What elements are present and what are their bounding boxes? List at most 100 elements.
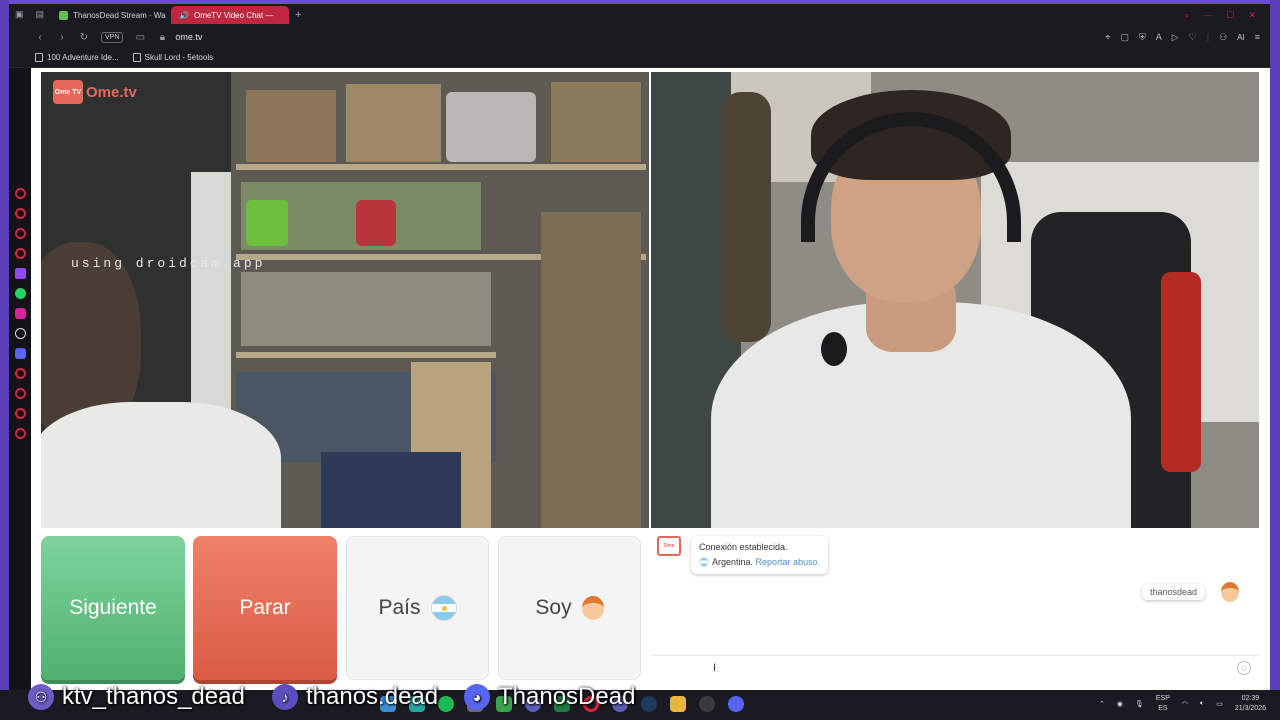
close-window-icon[interactable]: ✕ — [1248, 10, 1256, 21]
shield-icon[interactable]: ⛨ — [1139, 32, 1146, 43]
search-tabs-icon[interactable]: ⌕ — [1184, 10, 1189, 21]
settings-icon[interactable] — [14, 428, 26, 439]
next-button-label: Siguiente — [69, 596, 157, 619]
volume-icon[interactable]: 🔈︎ — [1200, 700, 1204, 708]
system-message: Conexión establecida. Argentina. Reporta… — [691, 536, 829, 574]
tray-app-icon[interactable]: ◉ — [1117, 700, 1123, 708]
workspaces-icon[interactable]: ▣ — [15, 9, 24, 20]
language-indicator[interactable]: ESP ES — [1156, 694, 1170, 714]
extensions-icon[interactable] — [14, 408, 26, 419]
ometv-logo[interactable]: Ome TV Ome.tv — [53, 80, 137, 104]
person-shirt — [41, 402, 281, 528]
camera-icon[interactable]: ▭ — [135, 32, 145, 43]
microphone-icon[interactable]: 🎙︎ — [1135, 700, 1144, 708]
sidebar-app-icon[interactable] — [14, 248, 26, 259]
back-icon[interactable]: ‹ — [35, 32, 45, 43]
cardboard-box — [346, 84, 441, 162]
country-button[interactable]: País — [346, 536, 489, 680]
speaker-icon[interactable]: 🔊 — [179, 11, 189, 20]
report-abuse-link[interactable]: Reportar abuso. — [756, 557, 821, 567]
connection-text: Conexión establecida. — [699, 542, 788, 552]
sidebar-app-icon[interactable] — [14, 208, 26, 219]
tiktok-icon[interactable] — [14, 328, 26, 339]
clock-date: 21/3/2026 — [1234, 705, 1266, 712]
clock[interactable]: 02:39 21/3/2026 — [1235, 694, 1266, 714]
steam-icon[interactable] — [641, 696, 657, 712]
chat-panel: Ome Conexión establecida. Argentina. Rep… — [651, 530, 1259, 680]
green-container — [246, 200, 288, 246]
twitch-icon[interactable] — [14, 268, 26, 279]
discord-icon[interactable] — [14, 348, 26, 359]
tab-strip-left-icons: ▣ ▤ — [15, 9, 44, 20]
language-bottom: ES — [1158, 705, 1168, 712]
whatsapp-icon[interactable] — [14, 288, 26, 299]
lock-icon[interactable]: 🔒︎ — [157, 32, 167, 43]
stop-button-label: Parar — [239, 596, 291, 619]
clock-time: 02:39 — [1241, 695, 1260, 702]
ometv-logo-text: Ome.tv — [86, 83, 137, 101]
emoji-icon[interactable]: ☺ — [1237, 661, 1251, 675]
history-icon[interactable] — [14, 388, 26, 399]
country-line: Argentina. Reportar abuso. — [699, 555, 820, 570]
menu-icon[interactable]: ≡ — [1255, 32, 1260, 42]
wifi-icon[interactable]: ◠ — [1182, 700, 1188, 708]
folder-icon[interactable] — [670, 696, 686, 712]
kick-username: ktv_thanos_dead — [62, 683, 245, 710]
bookmark-icon — [35, 53, 43, 62]
discord-icon[interactable] — [728, 696, 744, 712]
tab-label: OmeTV Video Chat — — [193, 10, 274, 20]
tab-list-icon[interactable]: ▤ — [36, 9, 45, 20]
spotify-icon[interactable] — [438, 696, 454, 712]
bookmark-label: 100 Adventure Ide... — [47, 53, 119, 62]
sidebar-app-icon[interactable] — [14, 228, 26, 239]
pin-icon[interactable]: ⌖ — [1105, 32, 1110, 43]
bookmark-skull-lord[interactable]: Skull Lord - 5etools — [132, 53, 214, 62]
stop-button[interactable]: Parar — [193, 536, 337, 680]
divider: | — [1206, 32, 1210, 42]
url-field[interactable]: ome.tv — [175, 32, 202, 42]
tab-thanosdead-stream[interactable]: ThanosDead Stream - Wa — [51, 6, 171, 24]
window-left-border — [0, 0, 9, 690]
obs-icon[interactable] — [699, 696, 715, 712]
argentina-flag-icon — [430, 595, 457, 621]
sidebar-app-icon[interactable] — [14, 188, 26, 199]
instagram-icon[interactable] — [14, 308, 26, 319]
vpn-badge[interactable]: VPN — [101, 31, 124, 43]
heart-icon[interactable]: ♡ — [1189, 32, 1197, 43]
kick-icon: ⚇ — [28, 684, 54, 710]
chair-red-trim — [1161, 272, 1201, 472]
country-button-label: País — [378, 596, 421, 619]
chat-input[interactable]: I ☺ — [651, 655, 1259, 679]
boy-face-icon — [581, 596, 604, 620]
gender-button[interactable]: Soy — [498, 536, 641, 680]
chevron-up-icon[interactable]: ⌃ — [1099, 700, 1105, 708]
maximize-icon[interactable]: ☐ — [1226, 10, 1234, 21]
cardboard-box — [551, 82, 641, 162]
account-icon[interactable]: ⚇ — [1219, 32, 1227, 43]
headset-mic — [821, 332, 847, 366]
snapshot-icon[interactable]: ▢ — [1120, 32, 1129, 43]
shelf-board — [236, 164, 646, 170]
stream-social-overlay: ⚇ ktv_thanos_dead — [28, 683, 245, 711]
reload-icon[interactable]: ↻ — [79, 32, 89, 43]
new-tab-icon[interactable]: + — [295, 9, 301, 21]
translate-icon[interactable]: A — [1156, 32, 1162, 42]
minimize-icon[interactable]: — — [1203, 10, 1212, 21]
battery-icon[interactable]: ▭ — [1216, 700, 1223, 708]
forward-icon[interactable]: › — [57, 32, 67, 43]
sidebar-app-icon[interactable] — [14, 368, 26, 379]
bookmarks-bar: 100 Adventure Ide... Skull Lord - 5etool… — [9, 48, 1270, 68]
tab-ometv[interactable]: 🔊 OmeTV Video Chat — — [171, 6, 289, 24]
user-message: thanosdead — [1141, 584, 1205, 600]
bookmark-adventure-ideas[interactable]: 100 Adventure Ide... — [35, 53, 119, 62]
ai-button[interactable]: AI — [1237, 33, 1245, 42]
self-video — [651, 72, 1259, 528]
droidcam-watermark: using droidcam.app — [71, 256, 266, 271]
window-controls: ⌕ — ☐ ✕ — [1184, 10, 1270, 21]
next-button[interactable]: Siguiente — [41, 536, 185, 680]
discord-icon: ◕ — [464, 684, 490, 710]
play-icon[interactable]: ▷ — [1172, 32, 1179, 43]
bookmark-label: Skull Lord - 5etools — [144, 53, 214, 62]
tiktok-icon: ♪ — [272, 684, 298, 710]
system-tray: ⌃ ◉ 🎙︎ ESP ES ◠ 🔈︎ ▭ 02:39 21/3/2026 — [1099, 694, 1266, 714]
